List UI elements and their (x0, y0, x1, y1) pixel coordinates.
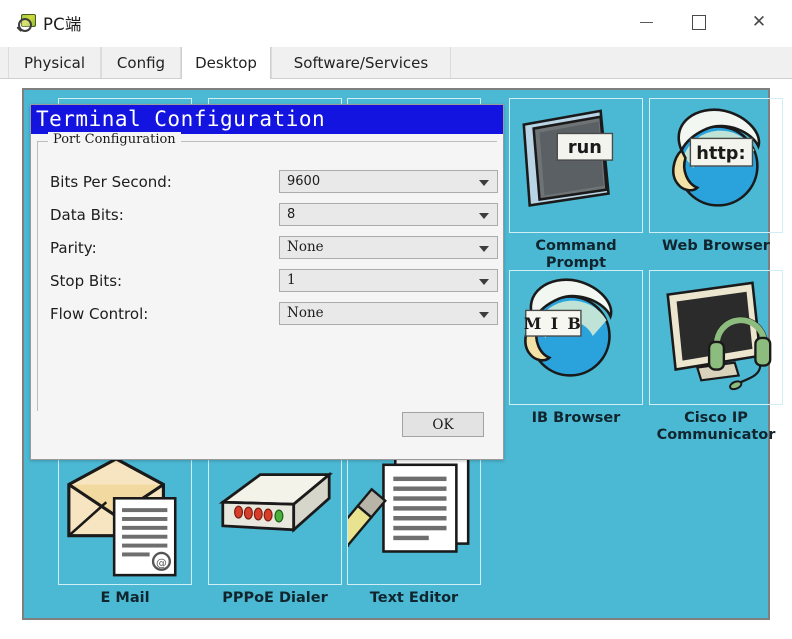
field-stop-bits: Stop Bits: 1 (38, 269, 498, 293)
svg-text:@: @ (156, 556, 167, 569)
field-bits-per-second: Bits Per Second: 9600 (38, 170, 498, 194)
combo-parity-value: None (287, 239, 324, 255)
minimize-button[interactable] (623, 0, 669, 45)
combo-bits-per-second[interactable]: 9600 (279, 170, 498, 193)
svg-text:http:: http: (696, 144, 745, 164)
application-window: PC端 ✕ Physical Config Desktop Software/S… (0, 0, 792, 639)
tab-physical[interactable]: Physical (8, 47, 101, 78)
chevron-down-icon (479, 213, 489, 219)
combo-parity[interactable]: None (279, 236, 498, 259)
minimize-icon (639, 21, 653, 24)
window-title: PC端 (43, 15, 82, 34)
ok-button[interactable]: OK (402, 412, 484, 437)
tab-config[interactable]: Config (101, 47, 181, 78)
chevron-down-icon (479, 279, 489, 285)
desktop-icon-web-browser[interactable]: http: (649, 98, 783, 233)
close-button[interactable]: ✕ (736, 0, 782, 45)
e-mail-icon: @ (67, 457, 177, 577)
desktop-label-command-prompt: Command Prompt (496, 238, 656, 272)
command-prompt-label-line1: Command (535, 238, 617, 254)
tab-physical-label: Physical (23, 53, 86, 72)
text-editor-icon (348, 455, 470, 555)
dialog-title: Terminal Configuration (36, 107, 326, 131)
cisco-ip-communicator-icon (666, 281, 772, 391)
window-titlebar: PC端 ✕ (0, 0, 792, 47)
tab-strip: Physical Config Desktop Software/Service… (0, 47, 792, 79)
dialog-titlebar[interactable]: Terminal Configuration (31, 105, 503, 134)
chevron-down-icon (479, 180, 489, 186)
field-flow-control: Flow Control: None (38, 302, 498, 326)
cisco-label-line1: Cisco IP (684, 410, 748, 426)
pppoe-dialer-icon (218, 471, 333, 533)
combo-stop-bits-value: 1 (287, 272, 296, 288)
window-title-group: PC端 (16, 10, 82, 36)
web-browser-label-line1: Web Browser (662, 238, 770, 254)
desktop-icon-pppoe-dialer[interactable] (208, 450, 342, 585)
combo-data-bits-value: 8 (287, 207, 296, 222)
maximize-icon (691, 15, 707, 30)
combo-bits-per-second-value: 9600 (287, 174, 321, 189)
tab-desktop[interactable]: Desktop (181, 47, 271, 79)
desktop-label-cisco-ip-communicator: Cisco IP Communicator (636, 410, 792, 444)
mib-browser-icon: M I B (524, 278, 613, 377)
field-parity: Parity: None (38, 236, 498, 260)
tab-software-services-label: Software/Services (293, 53, 429, 72)
label-bits-per-second: Bits Per Second: (50, 173, 172, 191)
web-browser-icon: http: (672, 108, 761, 207)
tab-software-services[interactable]: Software/Services (271, 47, 451, 78)
mib-browser-label-line1: IB Browser (531, 410, 621, 426)
cisco-label-line2: Communicator (656, 427, 776, 443)
terminal-configuration-dialog: Terminal Configuration Port Configuratio… (30, 104, 504, 460)
combo-data-bits[interactable]: 8 (279, 203, 498, 226)
desktop-icon-command-prompt[interactable]: run (509, 98, 643, 233)
close-icon: ✕ (751, 12, 767, 32)
combo-flow-control-value: None (287, 305, 324, 321)
desktop-icon-text-editor[interactable] (347, 450, 481, 585)
tab-desktop-label: Desktop (195, 53, 257, 72)
label-data-bits: Data Bits: (50, 206, 124, 224)
command-prompt-icon: run (522, 109, 614, 207)
label-parity: Parity: (50, 239, 97, 257)
desktop-label-web-browser: Web Browser (636, 238, 792, 255)
desktop-icon-cisco-ip-communicator[interactable] (649, 270, 783, 405)
combo-flow-control[interactable]: None (279, 302, 498, 325)
svg-text:M I B: M I B (524, 314, 583, 333)
port-configuration-group: Port Configuration Bits Per Second: 9600… (37, 132, 498, 411)
label-stop-bits: Stop Bits: (50, 272, 123, 290)
desktop-label-text-editor: Text Editor (334, 590, 494, 607)
maximize-button[interactable] (676, 0, 722, 45)
chevron-down-icon (479, 246, 489, 252)
inspector-magnifier-icon (16, 13, 36, 33)
port-configuration-label: Port Configuration (48, 132, 181, 147)
desktop-label-e-mail: E Mail (45, 590, 205, 607)
desktop-icon-mib-browser[interactable]: M I B (509, 270, 643, 405)
label-flow-control: Flow Control: (50, 305, 149, 323)
desktop-label-mib-browser: IB Browser (496, 410, 656, 427)
text-editor-label-line1: Text Editor (369, 590, 459, 606)
e-mail-label-line1: E Mail (100, 590, 150, 606)
pppoe-dialer-label-line1: PPPoE Dialer (222, 590, 328, 606)
desktop-icon-e-mail[interactable]: @ (58, 450, 192, 585)
desktop-label-pppoe-dialer: PPPoE Dialer (195, 590, 355, 607)
ok-button-label: OK (432, 416, 454, 433)
svg-text:run: run (568, 138, 602, 158)
tab-config-label: Config (116, 53, 166, 72)
field-data-bits: Data Bits: 8 (38, 203, 498, 227)
chevron-down-icon (479, 312, 489, 318)
combo-stop-bits[interactable]: 1 (279, 269, 498, 292)
